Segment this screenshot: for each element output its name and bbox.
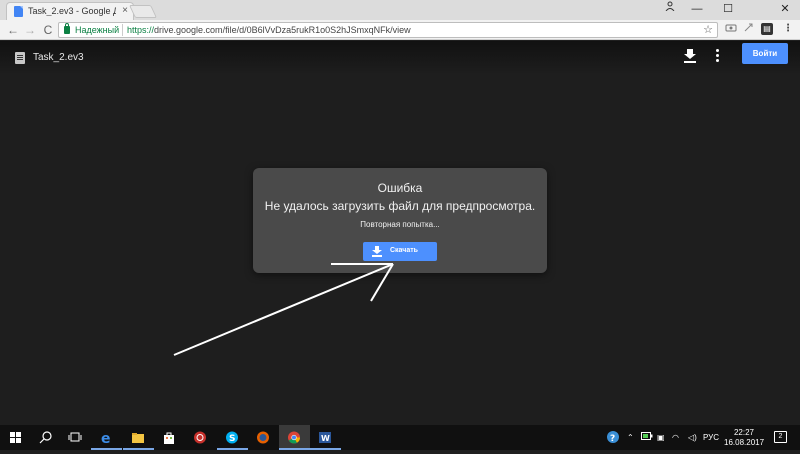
clock[interactable]: 22:27 16.08.2017: [724, 428, 764, 448]
url-divider: [122, 24, 123, 36]
secure-label[interactable]: Надежный: [75, 25, 119, 35]
chevron-up-icon[interactable]: ⌃: [627, 425, 634, 450]
download-button[interactable]: Скачать: [363, 242, 437, 261]
tab-title: Task_2.ev3 - Google Дис: [28, 6, 116, 16]
taskbar-firefox[interactable]: [248, 425, 279, 450]
clock-date: 16.08.2017: [724, 438, 765, 447]
url-text[interactable]: https://drive.google.com/file/d/0B6lVvDz…: [127, 25, 411, 35]
drive-favicon-icon: [14, 6, 23, 17]
tab-close-icon[interactable]: ×: [122, 5, 128, 16]
folder-icon: [132, 433, 144, 443]
forward-button[interactable]: →: [22, 22, 38, 38]
search-icon: [39, 431, 52, 444]
file-name: Task_2.ev3: [33, 52, 84, 63]
clock-time: 22:27: [733, 428, 755, 437]
word-icon: W: [319, 432, 331, 443]
download-arrow: [684, 49, 696, 59]
bookmark-star-icon[interactable]: ☆: [703, 23, 713, 36]
sign-in-button[interactable]: Войти: [742, 43, 788, 64]
download-bar: [684, 61, 696, 63]
windows-taskbar: e S W ? ⌃ ▣ ◠ ◁) РУС 22:27 16.08.2017 2: [0, 425, 800, 450]
new-tab-button[interactable]: [128, 5, 158, 18]
help-tray-icon[interactable]: ?: [606, 425, 620, 450]
url-host: drive.google.com: [154, 25, 223, 35]
wifi-icon[interactable]: ◠: [672, 425, 679, 450]
error-message: Не удалось загрузить файл для предпросмо…: [264, 199, 536, 213]
minimize-button[interactable]: —: [682, 0, 712, 20]
battery-icon[interactable]: [641, 425, 653, 450]
store-icon: [164, 432, 174, 444]
skype-icon: S: [226, 431, 238, 444]
maximize-button[interactable]: ☐: [713, 0, 743, 20]
taskbar-search-button[interactable]: [31, 425, 62, 450]
browser-tab[interactable]: Task_2.ev3 - Google Дис ×: [6, 2, 134, 20]
taskbar-chrome[interactable]: [279, 425, 310, 450]
lock-icon: [64, 23, 70, 34]
download-icon[interactable]: [684, 49, 696, 63]
extension-arrows-icon[interactable]: [742, 22, 756, 36]
windows-logo-icon: [10, 432, 22, 444]
chrome-menu-icon[interactable]: ⋮: [781, 22, 795, 36]
red-app-icon: [194, 431, 206, 444]
taskbar-edge[interactable]: e: [91, 425, 122, 450]
chrome-icon: [288, 431, 300, 444]
task-view-icon: [68, 432, 82, 442]
url-path: /file/d/0B6lVvDza5rukR1o0S2hJSmxqNFk/vie…: [222, 25, 411, 35]
language-indicator[interactable]: РУС: [703, 425, 719, 450]
svg-text:e: e: [101, 431, 111, 444]
more-vert-icon[interactable]: [716, 49, 720, 63]
svg-text:W: W: [321, 434, 330, 443]
document-icon: [15, 52, 25, 64]
taskbar-word[interactable]: W: [310, 425, 341, 450]
preview-error-dialog: Ошибка Не удалось загрузить файл для пре…: [253, 168, 547, 273]
taskbar-skype[interactable]: S: [217, 425, 248, 450]
address-bar[interactable]: Надежный https://drive.google.com/file/d…: [58, 22, 718, 38]
user-profile-icon[interactable]: [655, 0, 685, 20]
extension-translate-icon[interactable]: [724, 22, 738, 36]
task-view-button[interactable]: [60, 425, 91, 450]
firefox-icon: [257, 431, 269, 444]
close-window-button[interactable]: ✕: [770, 0, 800, 20]
start-button[interactable]: [0, 425, 31, 450]
svg-text:?: ?: [610, 434, 615, 444]
taskbar-store[interactable]: [154, 425, 185, 450]
tray-app-icon[interactable]: ▣: [657, 425, 665, 450]
extension-app-icon[interactable]: ▤: [761, 23, 773, 35]
back-button[interactable]: ←: [5, 22, 21, 38]
retry-status: Повторная попытка...: [360, 220, 440, 229]
taskbar-file-explorer[interactable]: [123, 425, 154, 450]
download-button-label: Скачать: [390, 247, 418, 254]
svg-text:S: S: [229, 434, 235, 444]
viewer-header: Task_2.ev3 Войти: [0, 41, 800, 75]
url-scheme: https://: [127, 25, 155, 35]
tab-strip: Task_2.ev3 - Google Дис × — ☐ ✕: [0, 0, 800, 20]
taskbar-app-red[interactable]: [185, 425, 216, 450]
reload-button[interactable]: C: [40, 22, 56, 38]
volume-icon[interactable]: ◁): [688, 425, 697, 450]
error-title: Ошибка: [377, 181, 423, 195]
download-button-icon: [372, 246, 382, 257]
browser-toolbar: ← → C Надежный https://drive.google.com/…: [0, 20, 800, 40]
notifications-icon[interactable]: 2: [774, 431, 787, 443]
edge-icon: e: [101, 431, 111, 444]
